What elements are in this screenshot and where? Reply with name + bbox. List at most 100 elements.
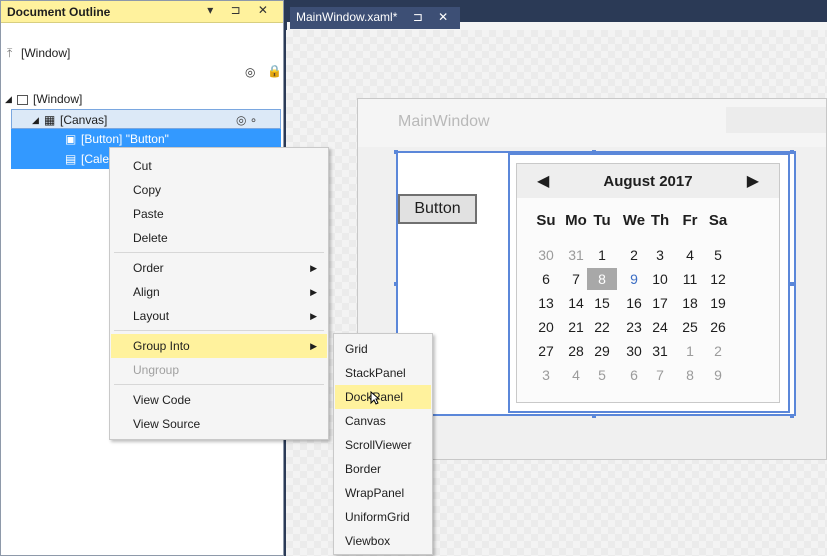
submenu-item-scrollviewer[interactable]: ScrollViewer (335, 433, 431, 457)
calendar-day[interactable]: 24 (645, 316, 675, 338)
menu-item-view-code[interactable]: View Code (111, 388, 327, 412)
submenu-item-dockpanel[interactable]: DockPanel (335, 385, 431, 409)
calendar-day[interactable]: 8 (675, 364, 705, 386)
preview-button[interactable]: Button (398, 194, 477, 224)
menu-item-label: Group Into (133, 339, 190, 353)
menu-item-paste[interactable]: Paste (111, 202, 327, 226)
resize-handle[interactable] (790, 414, 794, 418)
submenu-arrow-icon: ▶ (310, 311, 317, 321)
context-menu: Cut Copy Paste Delete Order ▶ Align ▶ Layo… (109, 147, 329, 440)
visibility-eye-icon[interactable]: ◎ ∘ (236, 110, 257, 130)
calendar-day[interactable]: 5 (703, 244, 733, 266)
tree-label-calendar: [Cale (81, 152, 110, 166)
calendar-day[interactable]: 1 (675, 340, 705, 362)
calendar-day[interactable]: 6 (531, 268, 561, 290)
calendar-day[interactable]: 30 (531, 244, 561, 266)
calendar-day[interactable]: 1 (587, 244, 617, 266)
calendar-day[interactable]: 26 (703, 316, 733, 338)
calendar-day[interactable]: 8 (587, 268, 617, 290)
next-month-icon[interactable]: ▶ (747, 171, 759, 191)
menu-item-layout[interactable]: Layout ▶ (111, 304, 327, 328)
calendar-day[interactable]: 3 (531, 364, 561, 386)
calendar-day[interactable]: 4 (675, 244, 705, 266)
day-of-week-label: Fr (682, 212, 698, 229)
menu-item-group-into[interactable]: Group Into ▶ (111, 334, 327, 358)
submenu-arrow-icon: ▶ (310, 341, 317, 351)
panel-title-bar: Document Outline ▾ ⊐ ✕ (1, 1, 283, 23)
calendar-day[interactable]: 19 (703, 292, 733, 314)
preview-calendar[interactable]: ◀ August 2017 ▶ Su Mo Tu We Th Fr Sa 30 31 1 2 3 4 5 6… (508, 153, 790, 413)
menu-item-ungroup: Ungroup (133, 363, 180, 377)
calendar-day[interactable]: 27 (531, 340, 561, 362)
menu-item-label: Align (133, 285, 160, 299)
calendar-day[interactable]: 13 (531, 292, 561, 314)
submenu-item-uniformgrid[interactable]: UniformGrid (335, 505, 431, 529)
resize-handle[interactable] (790, 282, 794, 286)
menu-item-label: Order (133, 261, 164, 275)
calendar-day[interactable]: 31 (645, 340, 675, 362)
menu-item-copy[interactable]: Copy (111, 178, 327, 202)
tab-mainwindow-xaml[interactable]: MainWindow.xaml* ⊐ ✕ (290, 7, 460, 29)
menu-item-order[interactable]: Order ▶ (111, 256, 327, 280)
panel-tool-icons[interactable]: ▾ ⊐ ✕ (207, 3, 275, 17)
visibility-eye-icon[interactable]: ◎ (245, 65, 255, 79)
menu-item-cut[interactable]: Cut (111, 154, 327, 178)
calendar-day[interactable]: 12 (703, 268, 733, 290)
menu-separator (114, 252, 324, 253)
calendar-day[interactable]: 10 (645, 268, 675, 290)
pin-icon[interactable]: ⊐ (413, 10, 423, 24)
submenu-item-grid[interactable]: Grid (335, 337, 431, 361)
button-icon: ▣ (65, 132, 77, 146)
group-into-submenu: Grid StackPanel DockPanel Canvas ScrollV… (333, 333, 433, 555)
calendar-day[interactable]: 3 (645, 244, 675, 266)
window-icon (17, 89, 28, 109)
submenu-item-viewbox[interactable]: Viewbox (335, 529, 431, 553)
calendar-day[interactable]: 29 (587, 340, 617, 362)
tab-label: MainWindow.xaml* (296, 10, 398, 24)
resize-handle[interactable] (394, 282, 398, 286)
close-icon[interactable]: ✕ (438, 10, 448, 24)
calendar-day[interactable]: 5 (587, 364, 617, 386)
menu-separator (114, 384, 324, 385)
calendar-day[interactable]: 18 (675, 292, 705, 314)
menu-item-delete[interactable]: Delete (111, 226, 327, 250)
mainwindow-title: MainWindow (398, 113, 490, 130)
menu-separator (114, 330, 324, 331)
menu-item-view-source[interactable]: View Source (111, 412, 327, 436)
calendar-day[interactable]: 15 (587, 292, 617, 314)
outline-window-root[interactable]: ⤒ [Window] (7, 43, 277, 63)
day-of-week-label: Tu (593, 212, 611, 229)
calendar-day[interactable]: 11 (675, 268, 705, 290)
expand-arrow-icon[interactable]: ◢ (32, 110, 39, 130)
lock-icon[interactable]: 🔒 (267, 64, 282, 78)
tree-label-window: [Window] (33, 92, 83, 106)
calendar-day[interactable]: 2 (703, 340, 733, 362)
tree-item-button[interactable]: ▣ [Button] "Button" (11, 129, 281, 149)
calendar-day[interactable]: 17 (645, 292, 675, 314)
mainwindow-titlebar: MainWindow (358, 99, 826, 147)
submenu-item-wrappanel[interactable]: WrapPanel (335, 481, 431, 505)
mouse-cursor-icon (370, 391, 380, 405)
calendar-month-title[interactable]: August 2017 (517, 173, 779, 190)
calendar-day[interactable]: 9 (703, 364, 733, 386)
submenu-item-border[interactable]: Border (335, 457, 431, 481)
resize-handle[interactable] (790, 150, 794, 154)
resize-handle[interactable] (592, 414, 596, 418)
submenu-item-stackpanel[interactable]: StackPanel (335, 361, 431, 385)
calendar-day[interactable]: 20 (531, 316, 561, 338)
calendar-day[interactable]: 22 (587, 316, 617, 338)
submenu-item-canvas[interactable]: Canvas (335, 409, 431, 433)
menu-item-align[interactable]: Align ▶ (111, 280, 327, 304)
window-controls (726, 107, 826, 133)
submenu-arrow-icon: ▶ (310, 263, 317, 273)
calendar-day[interactable]: 7 (645, 364, 675, 386)
day-of-week-label: Sa (708, 212, 728, 229)
menu-item-label: Layout (133, 309, 170, 323)
resize-handle[interactable] (394, 150, 398, 154)
expand-arrow-icon[interactable]: ◢ (5, 89, 12, 109)
tree-item-window[interactable]: ◢ [Window] (1, 89, 283, 109)
tree-item-canvas[interactable]: ◢ ▦ [Canvas] ◎ ∘ (11, 109, 281, 129)
tree-label-canvas: [Canvas] (60, 113, 108, 127)
calendar-header: ◀ August 2017 ▶ (517, 164, 779, 198)
calendar-day[interactable]: 25 (675, 316, 705, 338)
